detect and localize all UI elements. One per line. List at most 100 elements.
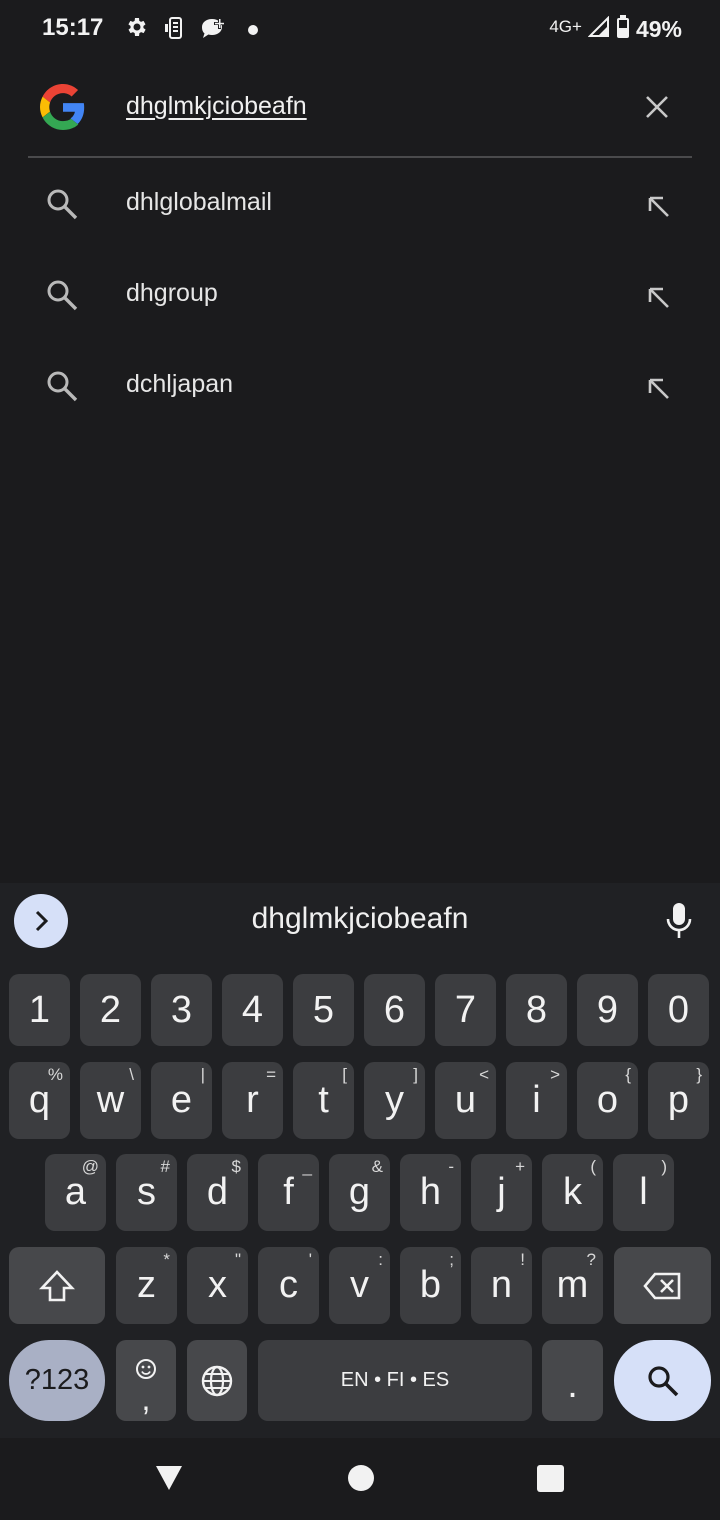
key-a[interactable]: a @ xyxy=(45,1154,106,1231)
key-label: 3 xyxy=(170,988,193,1031)
key-hint: < xyxy=(479,1065,489,1084)
key-6[interactable]: 6 xyxy=(364,974,425,1046)
key-hint: * xyxy=(163,1250,170,1269)
key-j[interactable]: j + xyxy=(471,1154,532,1231)
key-h[interactable]: h- xyxy=(400,1154,461,1231)
key-label: , xyxy=(141,1381,151,1417)
shift-key[interactable] xyxy=(9,1247,105,1324)
key-label: 6 xyxy=(383,988,406,1031)
key-label: w xyxy=(96,1079,125,1121)
signal-icon xyxy=(587,15,610,43)
key-hint: [ xyxy=(342,1065,347,1084)
key-n[interactable]: n! xyxy=(471,1247,532,1324)
key-hint: _ xyxy=(302,1157,312,1176)
key-label: f xyxy=(283,1171,294,1213)
key-e[interactable]: e | xyxy=(151,1062,212,1139)
key-label: s xyxy=(137,1171,156,1213)
key-label: p xyxy=(667,1079,690,1121)
period-key[interactable]: . xyxy=(542,1340,603,1421)
key-9[interactable]: 9 xyxy=(577,974,638,1046)
key-x[interactable]: x " xyxy=(187,1247,248,1324)
key-label: 8 xyxy=(525,988,548,1031)
search-action-key[interactable] xyxy=(614,1340,711,1421)
key-r[interactable]: r = xyxy=(222,1062,283,1139)
key-d[interactable]: d $ xyxy=(187,1154,248,1231)
suggestion-item[interactable]: dchljapan xyxy=(0,342,720,432)
key-1[interactable]: 1 xyxy=(9,974,70,1046)
arrow-up-left-icon[interactable] xyxy=(644,374,672,407)
chat-plus-icon xyxy=(199,16,229,47)
key-b[interactable]: b; xyxy=(400,1247,461,1324)
key-z[interactable]: z * xyxy=(116,1247,177,1324)
key-s[interactable]: s # xyxy=(116,1154,177,1231)
key-y[interactable]: y] xyxy=(364,1062,425,1139)
key-f[interactable]: f _ xyxy=(258,1154,319,1231)
key-label: i xyxy=(532,1079,541,1121)
search-input[interactable]: dhglmkjciobeafn xyxy=(126,92,307,121)
key-label: ?123 xyxy=(24,1364,90,1396)
key-hint: } xyxy=(696,1065,702,1084)
key-t[interactable]: t[ xyxy=(293,1062,354,1139)
backspace-icon xyxy=(642,1272,680,1299)
key-v[interactable]: v: xyxy=(329,1247,390,1324)
key-label: n xyxy=(490,1264,513,1306)
key-7[interactable]: 7 xyxy=(435,974,496,1046)
home-icon[interactable] xyxy=(348,1465,374,1491)
key-2[interactable]: 2 xyxy=(80,974,141,1046)
key-label: 5 xyxy=(312,988,335,1031)
key-k[interactable]: k( xyxy=(542,1154,603,1231)
key-label: 2 xyxy=(99,988,122,1031)
key-label: . xyxy=(567,1364,578,1406)
suggestion-label: dhlglobalmail xyxy=(126,188,272,216)
phone-link-icon xyxy=(164,16,186,45)
key-hint: { xyxy=(625,1065,631,1084)
key-label: 4 xyxy=(241,988,264,1031)
key-label: o xyxy=(596,1079,619,1121)
globe-icon xyxy=(201,1365,233,1396)
key-0[interactable]: 0 xyxy=(648,974,709,1046)
space-key[interactable]: EN • FI • ES xyxy=(258,1340,532,1421)
search-icon xyxy=(44,277,80,318)
key-5[interactable]: 5 xyxy=(293,974,354,1046)
key-c[interactable]: c ' xyxy=(258,1247,319,1324)
key-label: b xyxy=(419,1264,442,1306)
battery-icon xyxy=(616,15,630,44)
close-icon[interactable] xyxy=(643,93,671,126)
key-hint: # xyxy=(160,1157,170,1176)
key-hint: ] xyxy=(413,1065,418,1084)
keyboard-suggestion[interactable]: dhglmkjciobeafn xyxy=(0,902,720,936)
key-g[interactable]: g & xyxy=(329,1154,390,1231)
key-label: y xyxy=(385,1079,404,1121)
key-hint: @ xyxy=(81,1157,99,1176)
arrow-up-left-icon[interactable] xyxy=(644,192,672,225)
key-4[interactable]: 4 xyxy=(222,974,283,1046)
key-hint: : xyxy=(378,1250,383,1269)
symbols-key[interactable]: ?123 xyxy=(9,1340,105,1421)
suggestion-item[interactable]: dhgroup xyxy=(0,251,720,341)
key-l[interactable]: l) xyxy=(613,1154,674,1231)
comma-key[interactable]: , xyxy=(116,1340,176,1421)
recents-icon[interactable] xyxy=(537,1465,564,1492)
key-w[interactable]: w \ xyxy=(80,1062,141,1139)
key-3[interactable]: 3 xyxy=(151,974,212,1046)
key-m[interactable]: m? xyxy=(542,1247,603,1324)
suggestion-item[interactable]: dhlglobalmail xyxy=(0,160,720,250)
key-p[interactable]: p} xyxy=(648,1062,709,1139)
key-i[interactable]: i > xyxy=(506,1062,567,1139)
key-hint: ! xyxy=(520,1250,525,1269)
arrow-up-left-icon[interactable] xyxy=(644,283,672,316)
key-q[interactable]: q% xyxy=(9,1062,70,1139)
language-key[interactable] xyxy=(187,1340,247,1421)
key-label: EN • FI • ES xyxy=(340,1369,450,1391)
key-8[interactable]: 8 xyxy=(506,974,567,1046)
microphone-icon[interactable] xyxy=(664,901,694,946)
status-right: 4G+ 49% xyxy=(549,15,682,44)
backspace-key[interactable] xyxy=(614,1247,711,1324)
key-u[interactable]: u < xyxy=(435,1062,496,1139)
network-label: 4G+ xyxy=(549,16,582,36)
back-icon[interactable] xyxy=(154,1464,184,1497)
search-icon xyxy=(647,1365,678,1396)
key-label: h xyxy=(419,1171,442,1213)
key-o[interactable]: o{ xyxy=(577,1062,638,1139)
status-time: 15:17 xyxy=(42,14,104,41)
